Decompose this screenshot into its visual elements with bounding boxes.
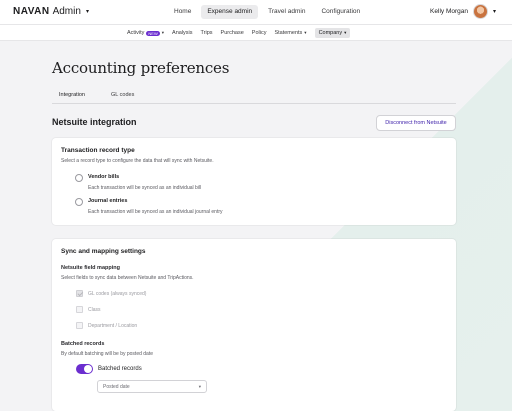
top-navigation-bar: NAVAN Admin ▾ Home Expense admin Travel …	[0, 0, 512, 25]
radio-journal-entries[interactable]	[75, 198, 83, 206]
subnav-analysis-label: Analysis	[172, 30, 193, 36]
sync-mapping-card: Sync and mapping settings Netsuite field…	[52, 239, 456, 411]
subnav-activity[interactable]: Activity NEW ▾	[127, 29, 164, 37]
chevron-down-icon: ▾	[198, 383, 201, 389]
main-content: Accounting preferences Integration GL co…	[0, 41, 512, 411]
user-name: Kelly Morgan	[430, 8, 468, 15]
batched-records-toggle[interactable]	[76, 364, 93, 374]
disconnect-netsuite-button[interactable]: Disconnect from Netsuite	[376, 115, 456, 131]
subnav-policy[interactable]: Policy	[252, 29, 267, 37]
checkbox-department-location[interactable]	[76, 322, 83, 329]
tabs-divider	[52, 103, 456, 104]
page-title: Accounting preferences	[52, 59, 230, 77]
chevron-down-icon: ▾	[161, 30, 165, 35]
field-mapping-title: Netsuite field mapping	[61, 265, 120, 271]
subnav-purchase[interactable]: Purchase	[221, 29, 244, 37]
avatar	[472, 4, 488, 19]
chevron-down-icon: ▾	[304, 30, 307, 35]
checkbox-label-department-location: Department / Location	[88, 323, 138, 329]
subnav-statements-label: Statements	[274, 30, 303, 36]
topnav-home[interactable]: Home	[168, 5, 197, 19]
subnav-trips[interactable]: Trips	[201, 29, 213, 37]
radio-vendor-bills[interactable]	[75, 174, 83, 182]
card-heading: Transaction record type	[61, 147, 135, 154]
toggle-label: Batched records	[98, 366, 142, 372]
subnav-statements[interactable]: Statements ▾	[274, 29, 306, 37]
checkbox-label-class: Class	[88, 307, 101, 313]
option-label-vendor-bills: Vendor bills	[88, 174, 120, 180]
subnav-company-label: Company	[318, 30, 343, 36]
navan-logo: NAVAN	[13, 6, 50, 17]
topnav-travel-admin[interactable]: Travel admin	[262, 5, 311, 19]
transaction-record-card: Transaction record type Select a record …	[52, 138, 456, 225]
top-nav: Home Expense admin Travel admin Configur…	[168, 5, 366, 19]
option-desc-journal-entries: Each transaction will be synced as an in…	[88, 209, 223, 215]
sub-navigation-bar: Activity NEW ▾ Analysis Trips Purchase P…	[0, 25, 512, 41]
subnav-analysis[interactable]: Analysis	[172, 29, 192, 37]
user-menu[interactable]: Kelly Morgan ▾	[430, 4, 496, 19]
checkbox-gl-codes[interactable]	[76, 290, 83, 297]
subnav-policy-label: Policy	[251, 30, 267, 36]
checkbox-label-gl-codes: GL codes (always synced)	[88, 291, 147, 297]
option-desc-vendor-bills: Each transaction will be synced as an in…	[88, 185, 202, 191]
section-title: Netsuite integration	[52, 117, 137, 127]
subnav-company[interactable]: Company ▾	[314, 28, 351, 38]
card-heading: Sync and mapping settings	[61, 248, 146, 255]
tab-bar: Integration GL codes	[52, 90, 141, 104]
logo-admin-label: Admin	[52, 6, 81, 17]
chevron-down-icon: ▾	[492, 9, 496, 15]
chevron-down-icon: ▾	[85, 9, 89, 15]
app-logo[interactable]: NAVAN Admin ▾	[13, 6, 89, 17]
subnav-purchase-label: Purchase	[220, 30, 244, 36]
topnav-expense-admin[interactable]: Expense admin	[201, 5, 259, 19]
tab-integration[interactable]: Integration	[52, 90, 92, 104]
card-subheading: Select a record type to configure the da…	[61, 158, 214, 164]
sub-nav: Activity NEW ▾ Analysis Trips Purchase P…	[127, 28, 351, 38]
checkbox-class[interactable]	[76, 306, 83, 313]
batching-select[interactable]: Posted date ▾	[97, 380, 207, 393]
chevron-down-icon: ▾	[344, 30, 347, 35]
option-label-journal-entries: Journal entries	[88, 198, 128, 204]
batched-records-subtitle: By default batching will be by posted da…	[61, 351, 154, 357]
tab-gl-codes[interactable]: GL codes	[104, 90, 141, 104]
new-badge: NEW	[146, 30, 160, 36]
select-value: Posted date	[103, 383, 130, 390]
subnav-activity-label: Activity	[127, 30, 145, 36]
batched-records-title: Batched records	[61, 341, 105, 347]
topnav-configuration[interactable]: Configuration	[315, 5, 366, 19]
subnav-trips-label: Trips	[200, 30, 213, 36]
field-mapping-subtitle: Select fields to sync data between Netsu…	[61, 275, 194, 281]
